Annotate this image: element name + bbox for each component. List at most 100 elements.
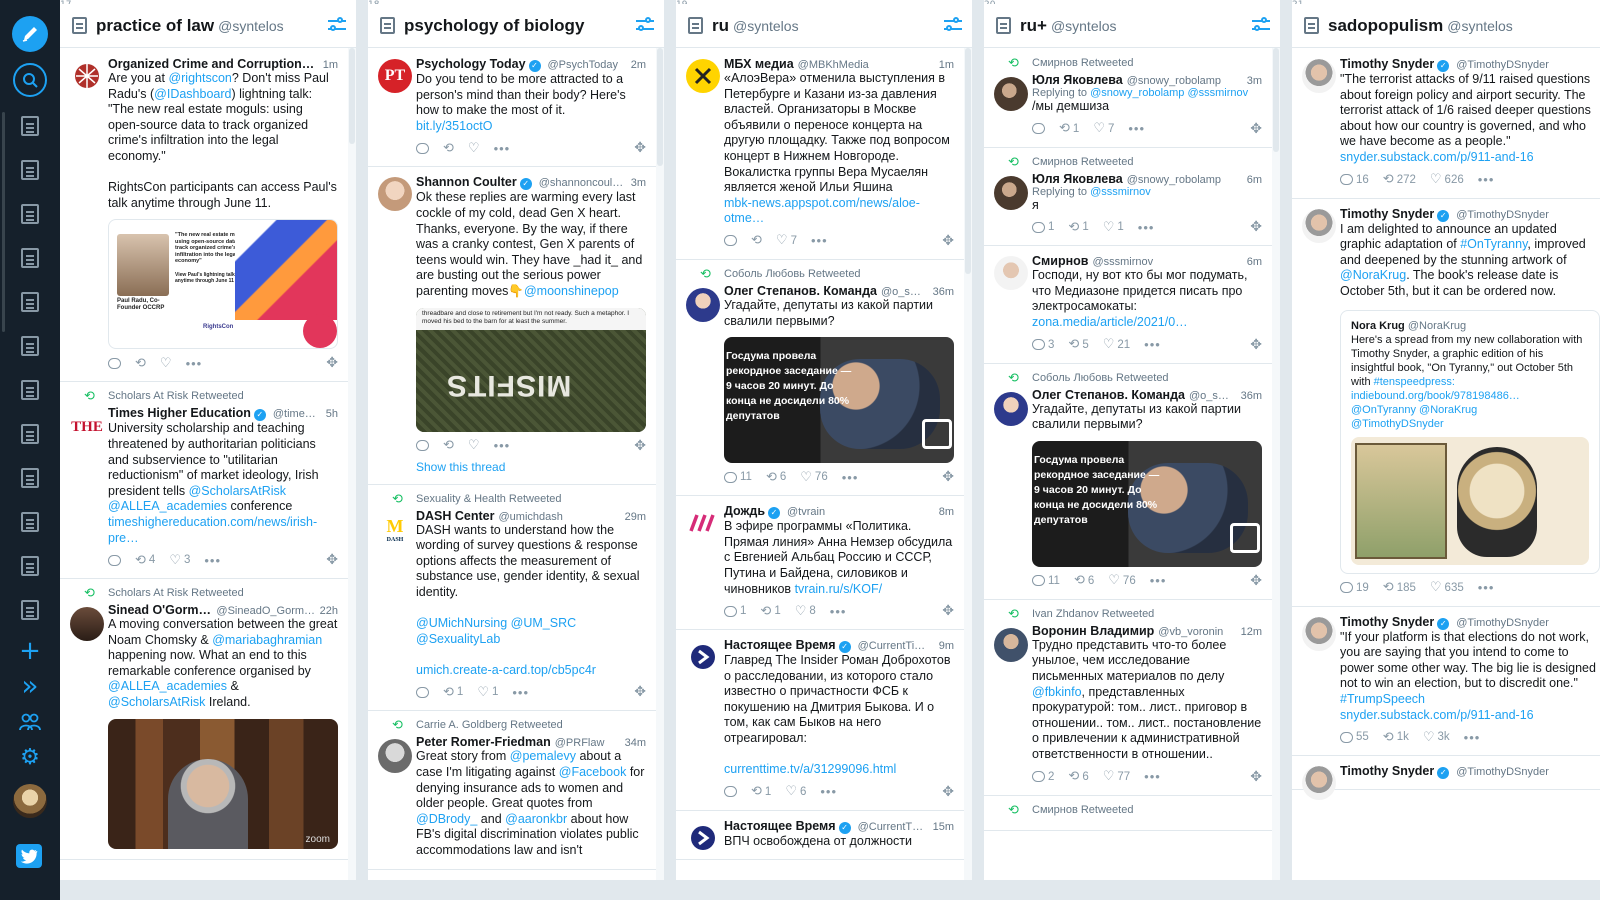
mention-link[interactable]: @DBrody_ (416, 812, 477, 826)
tweet-author-handle[interactable]: @SineadO_Gorman (216, 605, 315, 617)
mention-link[interactable]: @OnTyranny @NoraKrug (1351, 404, 1477, 416)
like-button[interactable]: ♡ 626 (1430, 172, 1464, 187)
more-button[interactable]: ••• (811, 233, 828, 248)
sidebar-column-4[interactable] (11, 239, 49, 277)
url-link[interactable]: zona.media/article/2021/0… (1032, 315, 1188, 329)
tweet-timestamp[interactable]: 12m (1241, 626, 1262, 638)
retweet-button[interactable]: ⟲ 1 (443, 685, 463, 700)
tweet-author-name[interactable]: МБХ медиа (724, 57, 794, 71)
tweet-media-image[interactable]: Госдума провела рекордное заседание — 9 … (724, 337, 954, 464)
reply-button[interactable]: 11 (724, 471, 752, 483)
retweet-button[interactable]: ⟲ (135, 356, 146, 371)
tweet-avatar[interactable] (378, 739, 412, 774)
tweet-author-handle[interactable]: @shannoncoul… (539, 177, 627, 189)
retweet-button[interactable]: ⟲ 1 (760, 604, 780, 619)
tweet-author-name[interactable]: Psychology Today (416, 57, 526, 71)
sidebar-column-7[interactable] (11, 371, 49, 409)
drag-move-icon[interactable]: ✥ (1250, 337, 1262, 353)
more-button[interactable]: ••• (1464, 730, 1481, 745)
column-header[interactable]: psychology of biology (368, 4, 664, 48)
tweet-timestamp[interactable]: 36m (1241, 390, 1262, 402)
tweet-timestamp[interactable]: 22h (320, 605, 338, 617)
tweet-avatar[interactable] (686, 506, 720, 541)
reply-button[interactable] (416, 440, 429, 452)
tweet-author-handle[interactable]: @o_s… (881, 286, 929, 298)
reply-button[interactable] (416, 142, 429, 154)
tweet-avatar[interactable] (686, 640, 720, 675)
like-button[interactable]: ♡ 7 (776, 233, 797, 248)
tweet-author-name[interactable]: Дождь (724, 504, 765, 518)
tweet-timestamp[interactable]: 3m (1247, 75, 1262, 87)
tweet-timestamp[interactable]: 2m (631, 59, 646, 71)
tweet-author-name[interactable]: Олег Степанов. Команда (1032, 388, 1185, 402)
retweet-button[interactable]: ⟲ 1 (1068, 220, 1088, 235)
mention-link[interactable]: @TimothyDSnyder (1351, 418, 1444, 430)
drag-move-icon[interactable]: ✥ (1250, 219, 1262, 235)
tweet-author-handle[interactable]: @TimothyDSnyder (1456, 617, 1600, 629)
tweet-avatar[interactable] (994, 391, 1028, 426)
column-scrollbar[interactable] (1272, 48, 1280, 880)
like-button[interactable]: ♡ 635 (1430, 580, 1464, 595)
tweet-avatar[interactable] (994, 77, 1028, 111)
retweet-button[interactable]: ⟲ (751, 233, 762, 248)
retweet-button[interactable]: ⟲ 6 (766, 470, 786, 485)
user-avatar[interactable] (13, 784, 47, 818)
tweet-author-name[interactable]: Смирнов (1032, 254, 1088, 268)
tweet[interactable]: Timothy Snyder ✓ @TimothyDSnyder "The te… (1292, 49, 1600, 199)
tweet[interactable]: Organized Crime and Corruption… 1m Are y… (60, 49, 348, 383)
tweet-author-handle[interactable]: @sssmirnov (1092, 256, 1242, 268)
column-header[interactable]: sadopopulism @syntelos (1292, 4, 1600, 48)
sidebar-column-3[interactable] (11, 195, 49, 233)
mention-link[interactable]: @pemalevy (510, 749, 576, 763)
mention-link[interactable]: @mariabaghramian (212, 633, 322, 647)
tweet[interactable]: Timothy Snyder ✓ @TimothyDSnyder "If you… (1292, 607, 1600, 757)
tweet[interactable]: Настоящее Время ✓ @CurrentTi… 9m Главред… (676, 630, 964, 811)
tweet-avatar[interactable] (994, 627, 1028, 662)
compose-tweet-button[interactable] (12, 16, 48, 52)
retweet-button[interactable]: ⟲ 1 (1059, 121, 1079, 136)
tweet-media-video[interactable]: zoom (108, 718, 338, 849)
sidebar-column-10[interactable] (11, 503, 49, 541)
retweet-button[interactable]: ⟲ (443, 438, 454, 453)
tweet-author-name[interactable]: Organized Crime and Corruption… (108, 57, 314, 71)
more-button[interactable]: ••• (1144, 337, 1161, 352)
tweet[interactable]: ⟲ Carrie A. Goldberg Retweeted Peter Rome… (368, 711, 656, 870)
url-link[interactable]: snyder.substack.com/p/911-and-16 (1340, 708, 1534, 722)
tweet[interactable]: МБХ медиа @MBKhMedia 1m «АлоэВера» отмен… (676, 49, 964, 260)
tweet-avatar[interactable]: M DASH (378, 512, 412, 547)
tweet-author-name[interactable]: Times Higher Education (108, 406, 251, 420)
quote-media-image[interactable] (1351, 436, 1589, 565)
tweet[interactable]: ⟲ Sexuality & Health Retweeted M DASH DASH… (368, 485, 656, 712)
tweet-avatar[interactable] (686, 59, 720, 93)
retweet-button[interactable]: ⟲ 4 (135, 553, 155, 568)
url-link[interactable]: timeshighereducation.com/news/irish-pre… (108, 515, 317, 545)
like-button[interactable]: ♡ 3k (1423, 730, 1450, 745)
mention-link[interactable]: @ALLEA_academies (108, 499, 227, 513)
tweet[interactable]: Timothy Snyder ✓ @TimothyDSnyder I am de… (1292, 199, 1600, 607)
drag-move-icon[interactable]: ✥ (942, 469, 954, 485)
tweet-author-name[interactable]: Юля Яковлева (1032, 73, 1123, 87)
reply-button[interactable] (1032, 123, 1045, 135)
tweet[interactable]: ⟲ Смирнов Retweeted Юля Яковлева @snowy_r… (984, 148, 1272, 247)
retweet-button[interactable]: ⟲ 1 (751, 784, 771, 799)
more-button[interactable]: ••• (186, 356, 203, 371)
tweet-author-handle[interactable]: @MBKhMedia (798, 59, 935, 71)
more-button[interactable]: ••• (1478, 580, 1495, 595)
tweet[interactable]: ⟲ Scholars At Risk Retweeted THE Times Hi… (60, 382, 348, 580)
more-button[interactable]: ••• (842, 470, 859, 485)
mention-link[interactable]: @aaronkbr (505, 812, 567, 826)
tweet-timestamp[interactable]: 8m (939, 506, 954, 518)
mention-link[interactable]: @ScholarsAtRisk (189, 484, 286, 498)
tweet-avatar[interactable] (378, 177, 412, 212)
like-button[interactable]: ♡ (468, 438, 480, 453)
tweet-author-handle[interactable]: @snowy_robolamp (1127, 174, 1243, 186)
tweet[interactable]: ⟲ Ivan Zhdanov Retweeted Воронин Владимир… (984, 600, 1272, 796)
mention-link[interactable]: @rightscon (168, 71, 231, 85)
drag-move-icon[interactable]: ✥ (942, 233, 954, 249)
mention-link[interactable]: @IDashboard (154, 87, 231, 101)
sidebar-column-6[interactable] (11, 327, 49, 365)
search-button[interactable] (13, 63, 47, 97)
reply-to-link[interactable]: @sssmirnov (1090, 186, 1151, 198)
tweet[interactable]: ⟲ Соболь Любовь Retweeted Олег Степанов. … (676, 260, 964, 497)
tweet-timestamp[interactable]: 3m (631, 177, 646, 189)
